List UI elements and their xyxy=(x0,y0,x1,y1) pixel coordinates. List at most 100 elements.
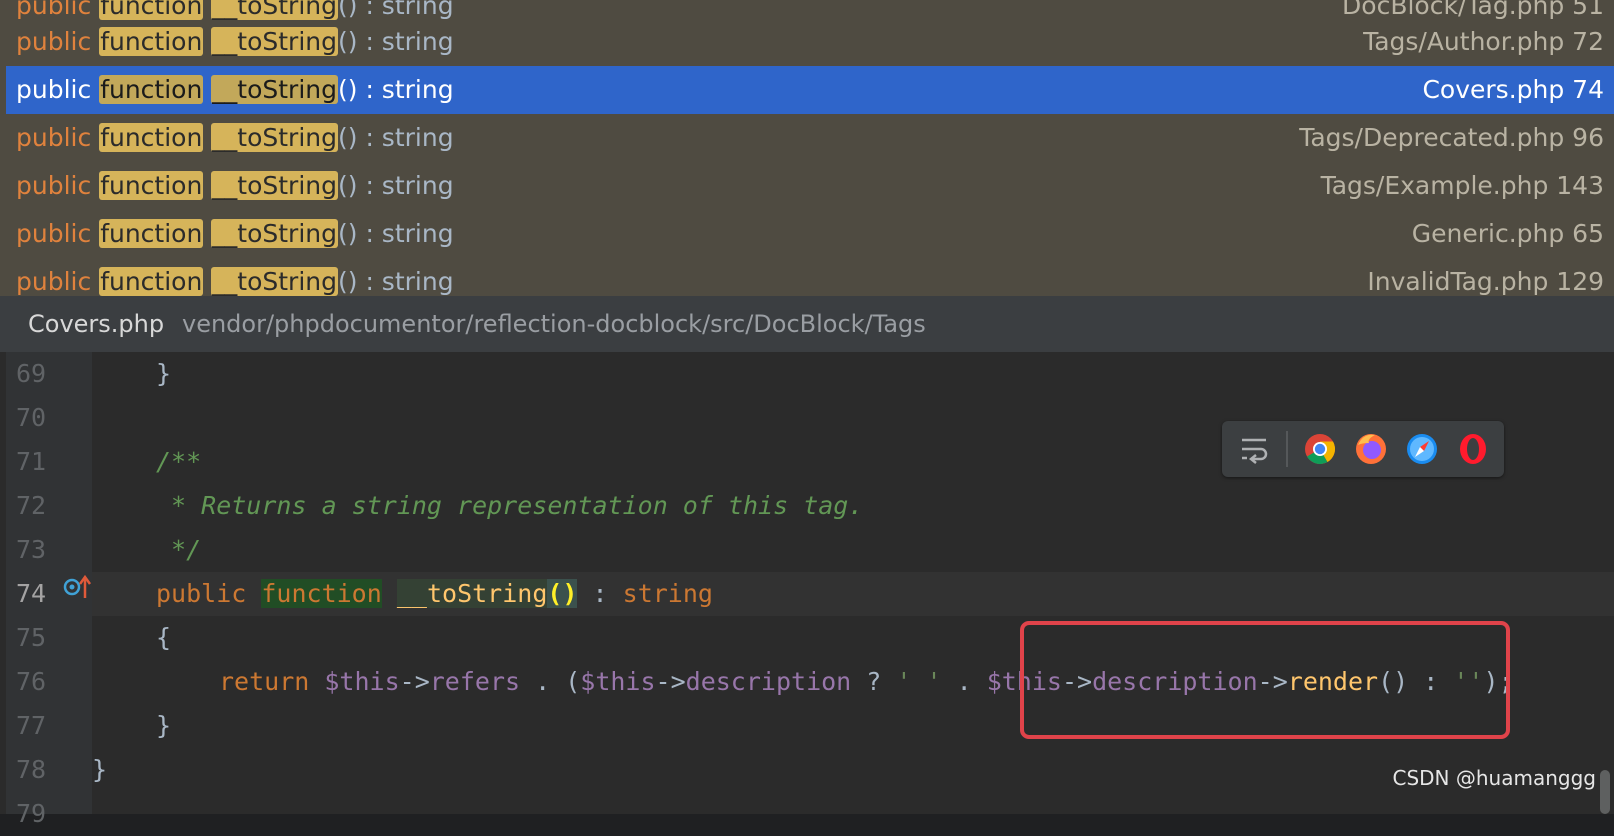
doc-comment: */ xyxy=(156,535,202,564)
toolbar-separator xyxy=(1286,431,1288,467)
result-file: Tags/Example.php 143 xyxy=(1320,171,1604,200)
code-line-78: } xyxy=(92,748,107,792)
this-var: $this xyxy=(580,667,656,696)
result-match-function: function xyxy=(99,75,204,104)
browser-popup-toolbar xyxy=(1222,421,1504,477)
chrome-icon[interactable] xyxy=(1302,431,1338,467)
ternary-colon: : xyxy=(1408,667,1454,696)
arrow: -> xyxy=(655,667,686,696)
method-render: render xyxy=(1287,667,1379,696)
firefox-icon[interactable] xyxy=(1353,431,1389,467)
result-modifier: public xyxy=(16,267,92,296)
string-literal: '' xyxy=(1453,667,1484,696)
concat-operator: . ( xyxy=(520,667,581,696)
code-line-69: } xyxy=(156,352,171,396)
code-editor-preview[interactable]: 69 70 71 72 73 74 75 76 77 78 79 } /** *… xyxy=(0,352,1614,828)
doc-comment: * Returns a string representation of thi… xyxy=(156,491,864,520)
concat-operator: . xyxy=(941,667,987,696)
keyword-public: public xyxy=(156,579,247,608)
result-file: Tags/Deprecated.php 96 xyxy=(1299,123,1604,152)
result-modifier: public xyxy=(16,0,92,20)
line-number: 75 xyxy=(16,623,47,652)
result-file: Covers.php 74 xyxy=(1422,75,1604,104)
doc-comment: /** xyxy=(156,447,202,476)
arrow: -> xyxy=(1061,667,1093,696)
result-modifier: public xyxy=(16,219,92,248)
result-row[interactable]: public function __toString() : string In… xyxy=(6,258,1614,296)
result-signature: () : string xyxy=(337,219,454,248)
line-number: 72 xyxy=(16,491,47,520)
closing-brace: } xyxy=(156,359,172,388)
property-description: description xyxy=(685,667,852,696)
arrow: -> xyxy=(399,667,430,696)
result-row[interactable]: public function __toString() : string Ge… xyxy=(6,210,1614,258)
string-literal: ' ' xyxy=(896,667,942,696)
statement-end: ); xyxy=(1483,667,1514,696)
line-number: 73 xyxy=(16,535,47,564)
file-path-bar: Covers.php vendor/phpdocumentor/reflecti… xyxy=(0,296,1614,352)
code-line-77: } xyxy=(156,704,171,748)
result-row[interactable]: public function __toString() : string Ta… xyxy=(6,18,1614,66)
result-modifier: public xyxy=(16,75,92,104)
result-match-name: __toString xyxy=(211,0,338,20)
result-match-function: function xyxy=(99,27,204,56)
result-signature: () : string xyxy=(337,75,454,104)
line-number-gutter: 69 70 71 72 73 74 75 76 77 78 79 xyxy=(6,352,92,828)
closing-brace: } xyxy=(156,711,172,740)
implements-method-gutter-icon[interactable] xyxy=(62,574,92,600)
soft-wrap-icon[interactable] xyxy=(1236,431,1272,467)
line-number: 79 xyxy=(16,799,47,828)
code-line-75: { xyxy=(156,616,171,660)
result-modifier: public xyxy=(16,27,92,56)
call-parens: () xyxy=(1378,667,1409,696)
result-match-name: __toString xyxy=(211,27,338,56)
result-signature: () : string xyxy=(337,27,454,56)
opera-icon[interactable] xyxy=(1455,431,1491,467)
line-number: 78 xyxy=(16,755,47,784)
result-modifier: public xyxy=(16,171,92,200)
method-name-highlight: __toString xyxy=(396,579,548,608)
property-refers: refers xyxy=(429,667,521,696)
result-modifier: public xyxy=(16,123,92,152)
keyword-function-highlight: function xyxy=(261,579,382,608)
this-var: $this xyxy=(986,667,1062,696)
code-line-76: return $this->refers . ($this->descripti… xyxy=(219,660,1514,704)
vertical-scrollbar-thumb[interactable] xyxy=(1600,770,1610,814)
result-file: Tags/Author.php 72 xyxy=(1363,27,1604,56)
result-match-function: function xyxy=(99,123,204,152)
line-number: 77 xyxy=(16,711,47,740)
result-row[interactable]: public function __toString() : string Ta… xyxy=(6,114,1614,162)
result-signature: () : string xyxy=(337,0,454,20)
result-row[interactable]: public function __toString() : string Ta… xyxy=(6,162,1614,210)
result-match-name: __toString xyxy=(211,171,338,200)
result-match-function: function xyxy=(99,267,204,296)
result-file: InvalidTag.php 129 xyxy=(1367,267,1604,296)
result-match-name: __toString xyxy=(211,123,338,152)
return-type: string xyxy=(622,579,713,608)
result-match-name: __toString xyxy=(211,75,338,104)
result-row-selected[interactable]: public function __toString() : string Co… xyxy=(6,66,1614,114)
result-signature: () : string xyxy=(337,171,454,200)
parens-highlight: () xyxy=(547,579,578,608)
closing-brace: } xyxy=(92,755,108,784)
path-directory: vendor/phpdocumentor/reflection-docblock… xyxy=(182,310,926,338)
result-match-function: function xyxy=(99,171,204,200)
line-number: 76 xyxy=(16,667,47,696)
this-var: $this xyxy=(324,667,400,696)
line-number: 71 xyxy=(16,447,47,476)
code-line-74: public function __toString() : string xyxy=(156,572,713,616)
line-number: 70 xyxy=(16,403,47,432)
safari-icon[interactable] xyxy=(1404,431,1440,467)
code-line-72: * Returns a string representation of thi… xyxy=(156,484,863,528)
ternary-operator: ? xyxy=(851,667,897,696)
result-match-name: __toString xyxy=(211,267,338,296)
property-description: description xyxy=(1092,667,1258,696)
result-signature: () : string xyxy=(337,267,454,296)
result-match-name: __toString xyxy=(211,219,338,248)
opening-brace: { xyxy=(156,623,172,652)
code-line-73: */ xyxy=(156,528,201,572)
result-match-function: function xyxy=(99,0,204,20)
result-file: Generic.php 65 xyxy=(1411,219,1604,248)
path-file-name: Covers.php xyxy=(28,310,165,338)
arrow: -> xyxy=(1257,667,1288,696)
